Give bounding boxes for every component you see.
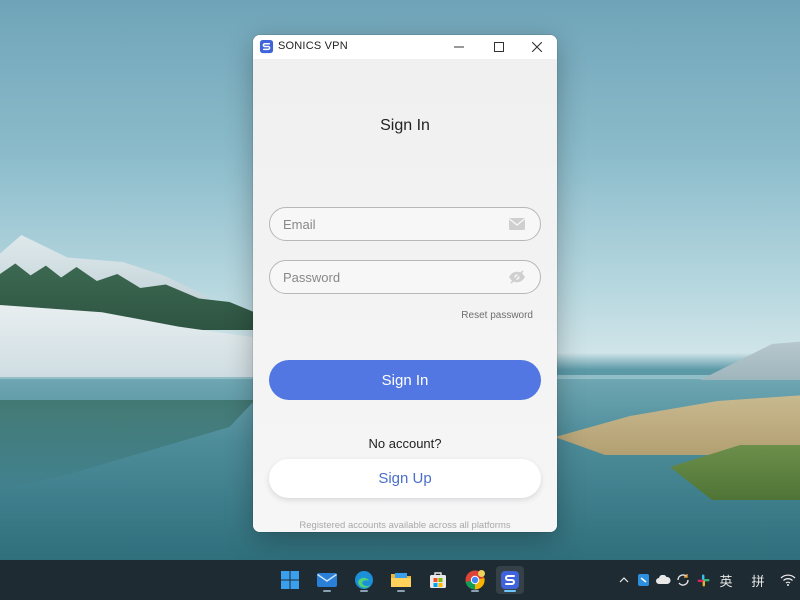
input-language-indicator[interactable]: 英 [714, 560, 738, 600]
tray-network[interactable] [778, 560, 798, 600]
sonics-vpn-logo-icon [259, 39, 274, 54]
sign-up-button[interactable]: Sign Up [269, 459, 541, 498]
active-indicator [504, 590, 516, 592]
taskbar-file-explorer[interactable] [387, 566, 415, 594]
chevron-up-icon [619, 577, 629, 583]
sync-icon [677, 574, 689, 586]
reset-password-link[interactable]: Reset password [461, 310, 533, 321]
taskbar-mail[interactable] [313, 566, 341, 594]
mail-icon [509, 218, 525, 230]
chrome-icon [465, 570, 485, 590]
taskbar: 英 拼 [0, 560, 800, 600]
page-title: Sign In [380, 117, 430, 134]
input-method-indicator[interactable]: 拼 [746, 560, 770, 600]
taskbar-sonics-vpn[interactable] [496, 566, 524, 594]
maximize-icon [494, 42, 504, 52]
windows-logo-icon [281, 571, 299, 589]
running-indicator [323, 590, 331, 592]
running-indicator [471, 590, 479, 592]
close-icon [532, 42, 542, 52]
mountain-right [700, 340, 800, 380]
tray-onedrive[interactable] [653, 560, 673, 600]
wifi-icon [780, 574, 796, 586]
sonics-vpn-icon [501, 571, 519, 589]
signin-panel: Sign In Reset password Sign In No accoun… [253, 59, 557, 532]
email-input[interactable] [283, 208, 503, 240]
taskbar-store[interactable] [424, 566, 452, 594]
email-field[interactable] [269, 207, 541, 241]
window-title: SONICS VPN [278, 40, 348, 52]
edge-browser-icon [355, 571, 373, 589]
title-bar[interactable]: SONICS VPN [253, 35, 557, 59]
minimize-icon [454, 46, 464, 48]
shield-icon [637, 574, 649, 586]
taskbar-chrome[interactable] [461, 566, 489, 594]
running-indicator [360, 590, 368, 592]
app-window: SONICS VPN Sign In Reset [253, 35, 557, 532]
password-input[interactable] [283, 261, 503, 293]
tray-sync[interactable] [674, 560, 692, 600]
sign-in-button[interactable]: Sign In [269, 360, 541, 400]
start-button[interactable] [276, 566, 304, 594]
minimize-button[interactable] [439, 35, 479, 59]
close-button[interactable] [517, 35, 557, 59]
store-icon [430, 572, 446, 588]
password-field[interactable] [269, 260, 541, 294]
platforms-footnote: Registered accounts available across all… [299, 520, 511, 531]
maximize-button[interactable] [479, 35, 519, 59]
no-account-label: No account? [368, 436, 442, 451]
slack-icon [697, 574, 709, 586]
tray-overflow-button[interactable] [616, 560, 632, 600]
taskbar-edge[interactable] [350, 566, 378, 594]
tray-slack[interactable] [694, 560, 712, 600]
mail-icon [317, 573, 337, 587]
tray-app-1[interactable] [634, 560, 652, 600]
running-indicator [397, 590, 405, 592]
eye-slash-icon[interactable] [508, 269, 526, 285]
folder-icon [391, 573, 411, 587]
cloud-icon [656, 575, 671, 584]
